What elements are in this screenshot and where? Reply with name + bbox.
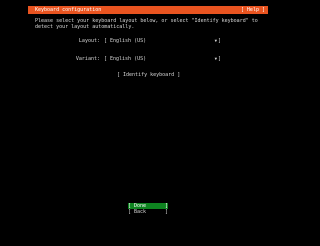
- layout-select[interactable]: [ English (US) ▼ ]: [104, 38, 221, 44]
- bracket-right: ]: [164, 209, 168, 215]
- layout-label: Layout:: [78, 38, 100, 44]
- page-title: Keyboard configuration: [35, 7, 102, 13]
- back-button[interactable]: [ Back ]: [128, 209, 168, 215]
- bracket-left: [: [104, 56, 108, 62]
- variant-label: Variant:: [75, 56, 100, 62]
- bracket-left: [: [128, 209, 132, 215]
- variant-select[interactable]: [ English (US) ▼ ]: [104, 56, 221, 62]
- layout-value: English (US): [110, 38, 147, 44]
- title-bar: Keyboard configuration [ Help ]: [28, 6, 268, 14]
- back-label: Back: [134, 209, 147, 215]
- bracket-left: [: [104, 38, 108, 44]
- bracket-right: ]: [217, 38, 221, 44]
- dropdown-arrow-icon: ▼: [214, 56, 217, 61]
- dropdown-arrow-icon: ▼: [214, 38, 217, 43]
- variant-value: English (US): [110, 56, 147, 62]
- identify-keyboard-button[interactable]: [ Identify keyboard ]: [117, 72, 180, 78]
- installer-screen: Keyboard configuration [ Help ] Please s…: [0, 0, 300, 246]
- help-button[interactable]: [ Help ]: [241, 7, 265, 13]
- bracket-right: ]: [217, 56, 221, 62]
- intro-text: Please select your keyboard layout below…: [35, 18, 258, 30]
